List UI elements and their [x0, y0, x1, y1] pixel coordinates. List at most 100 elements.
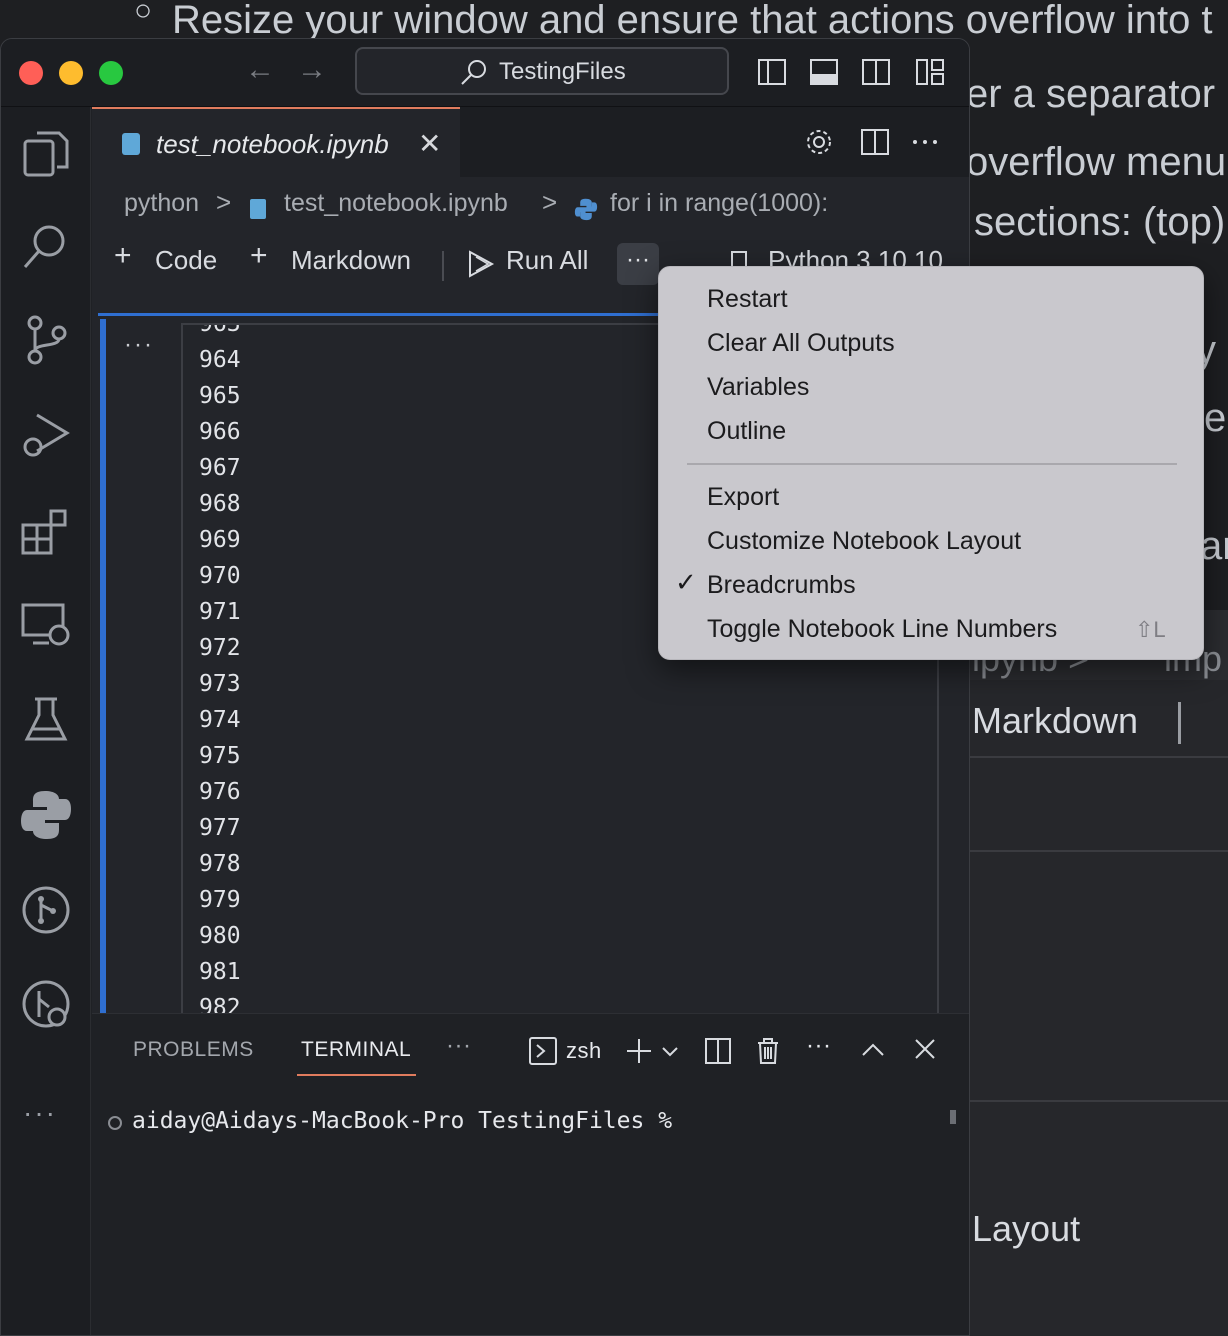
zoom-window-button[interactable]: [99, 61, 123, 85]
plus-icon: +: [114, 239, 132, 272]
line-number: 965: [199, 383, 241, 409]
more-activity-icon[interactable]: ···: [23, 1097, 57, 1129]
breadcrumb-notebook[interactable]: test_notebook.ipynb: [284, 189, 508, 218]
breadcrumb: python > test_notebook.ipynb > for i in …: [92, 177, 969, 229]
new-terminal-icon[interactable]: [624, 1036, 654, 1066]
panel-tabs-more[interactable]: ···: [446, 1032, 471, 1060]
run-all-icon: [469, 250, 495, 278]
menu-item-customize-notebook-layout[interactable]: Customize Notebook Layout: [707, 527, 1021, 556]
line-number: 976: [199, 779, 241, 805]
minimize-window-button[interactable]: [59, 61, 83, 85]
breadcrumb-separator: >: [542, 187, 558, 217]
doc-line-1: Resize your window and ensure that actio…: [172, 0, 1213, 42]
doc-line-3: overflow menu: [966, 140, 1227, 184]
gitlens-icon[interactable]: [19, 977, 73, 1031]
python-icon[interactable]: [19, 787, 73, 841]
command-center[interactable]: TestingFiles: [355, 47, 729, 95]
terminal-shell-label[interactable]: zsh: [566, 1038, 602, 1064]
customize-layout-icon[interactable]: [915, 57, 945, 87]
maximize-panel-icon[interactable]: [860, 1040, 886, 1060]
run-and-debug-icon[interactable]: [19, 407, 73, 461]
activity-bar: ···: [1, 107, 91, 1335]
line-number: 970: [199, 563, 241, 589]
explorer-icon[interactable]: [19, 127, 73, 181]
tab-problems[interactable]: PROBLEMS: [133, 1038, 254, 1062]
menu-separator: [687, 463, 1177, 465]
tab-test-notebook[interactable]: test_notebook.ipynb ✕: [92, 107, 460, 177]
checkmark-icon: ✓: [675, 567, 697, 597]
toolbar-more-button[interactable]: ···: [617, 243, 659, 285]
terminal-icon: [529, 1037, 557, 1065]
doc-line-2: er a separator l: [966, 72, 1228, 116]
bg-markdown: Markdown: [972, 700, 1139, 741]
menu-item-breadcrumbs[interactable]: Breadcrumbs: [707, 571, 856, 600]
trash-icon[interactable]: [754, 1036, 782, 1066]
breadcrumb-cell[interactable]: for i in range(1000):: [610, 189, 828, 218]
notebook-file-icon: [122, 133, 140, 155]
close-window-button[interactable]: [19, 61, 43, 85]
line-number: 977: [199, 815, 241, 841]
forward-arrow-icon[interactable]: →: [297, 53, 327, 87]
search-sidebar-icon[interactable]: [19, 219, 73, 273]
line-number: 980: [199, 923, 241, 949]
line-number: 964: [199, 347, 241, 373]
line-number: 975: [199, 743, 241, 769]
line-number: 971: [199, 599, 241, 625]
title-bar: ← → TestingFiles: [1, 39, 969, 107]
line-number: 973: [199, 671, 241, 697]
toggle-primary-sidebar-icon[interactable]: [757, 57, 787, 87]
chevron-down-icon[interactable]: [660, 1044, 680, 1060]
python-cell-icon: [574, 198, 598, 221]
doc-line-6: ep: [1204, 396, 1228, 440]
terminal-scrollbar[interactable]: [950, 1110, 956, 1124]
line-number: 972: [199, 635, 241, 661]
notebook-file-icon: [250, 199, 266, 219]
menu-item-toggle-line-numbers[interactable]: Toggle Notebook Line Numbers: [707, 615, 1057, 644]
run-all-button[interactable]: Run All: [506, 245, 588, 276]
panel-more-icon[interactable]: ···: [806, 1032, 831, 1060]
extensions-icon[interactable]: [19, 503, 73, 557]
line-number: 978: [199, 851, 241, 877]
line-number: 979: [199, 887, 241, 913]
doc-line-7: ar: [1200, 524, 1228, 568]
line-number: 968: [199, 491, 241, 517]
terminal-prompt[interactable]: aiday@Aidays-MacBook-Pro TestingFiles %: [132, 1108, 672, 1134]
cell-toolbar-more[interactable]: ···: [124, 331, 154, 359]
line-number: 974: [199, 707, 241, 733]
breadcrumb-python[interactable]: python: [124, 189, 199, 218]
menu-item-restart[interactable]: Restart: [707, 285, 788, 314]
close-panel-icon[interactable]: [912, 1036, 938, 1062]
menu-item-outline[interactable]: Outline: [707, 417, 786, 446]
more-actions-icon[interactable]: [910, 127, 940, 157]
bottom-panel: PROBLEMS TERMINAL ··· zsh ··· aiday@Aida…: [92, 1013, 969, 1335]
gear-icon[interactable]: [804, 127, 834, 157]
vscode-window: ← → TestingFiles ··· test_notebook.ipynb…: [0, 38, 970, 1336]
add-code-cell-button[interactable]: Code: [155, 245, 217, 276]
menu-item-export[interactable]: Export: [707, 483, 779, 512]
close-tab-icon[interactable]: ✕: [418, 127, 441, 160]
line-number: 967: [199, 455, 241, 481]
background-editor-screenshot: ipynb > imp Markdown Layout: [968, 610, 1228, 1336]
terminal-status-icon: [108, 1116, 122, 1130]
split-terminal-icon[interactable]: [704, 1036, 732, 1066]
command-center-label: TestingFiles: [499, 58, 626, 85]
toggle-panel-icon[interactable]: [809, 57, 839, 87]
testing-icon[interactable]: [19, 693, 73, 747]
split-editor-icon[interactable]: [860, 127, 890, 157]
tab-bar: test_notebook.ipynb ✕: [92, 107, 969, 177]
cell-focus-indicator: [100, 319, 106, 1047]
menu-shortcut: ⇧L: [1135, 617, 1166, 642]
git-graph-icon[interactable]: [19, 883, 73, 937]
add-markdown-cell-button[interactable]: Markdown: [291, 245, 411, 276]
back-arrow-icon[interactable]: ←: [245, 53, 275, 87]
menu-item-clear-all-outputs[interactable]: Clear All Outputs: [707, 329, 895, 358]
toggle-secondary-sidebar-icon[interactable]: [861, 57, 891, 87]
line-number: 963: [199, 323, 241, 337]
source-control-icon[interactable]: [19, 313, 73, 367]
tab-terminal[interactable]: TERMINAL: [301, 1038, 411, 1062]
line-number: 981: [199, 959, 241, 985]
doc-line-4: sections: (top): [974, 200, 1226, 244]
remote-explorer-icon[interactable]: [19, 597, 73, 651]
menu-item-variables[interactable]: Variables: [707, 373, 809, 402]
breadcrumb-separator: >: [216, 187, 232, 217]
